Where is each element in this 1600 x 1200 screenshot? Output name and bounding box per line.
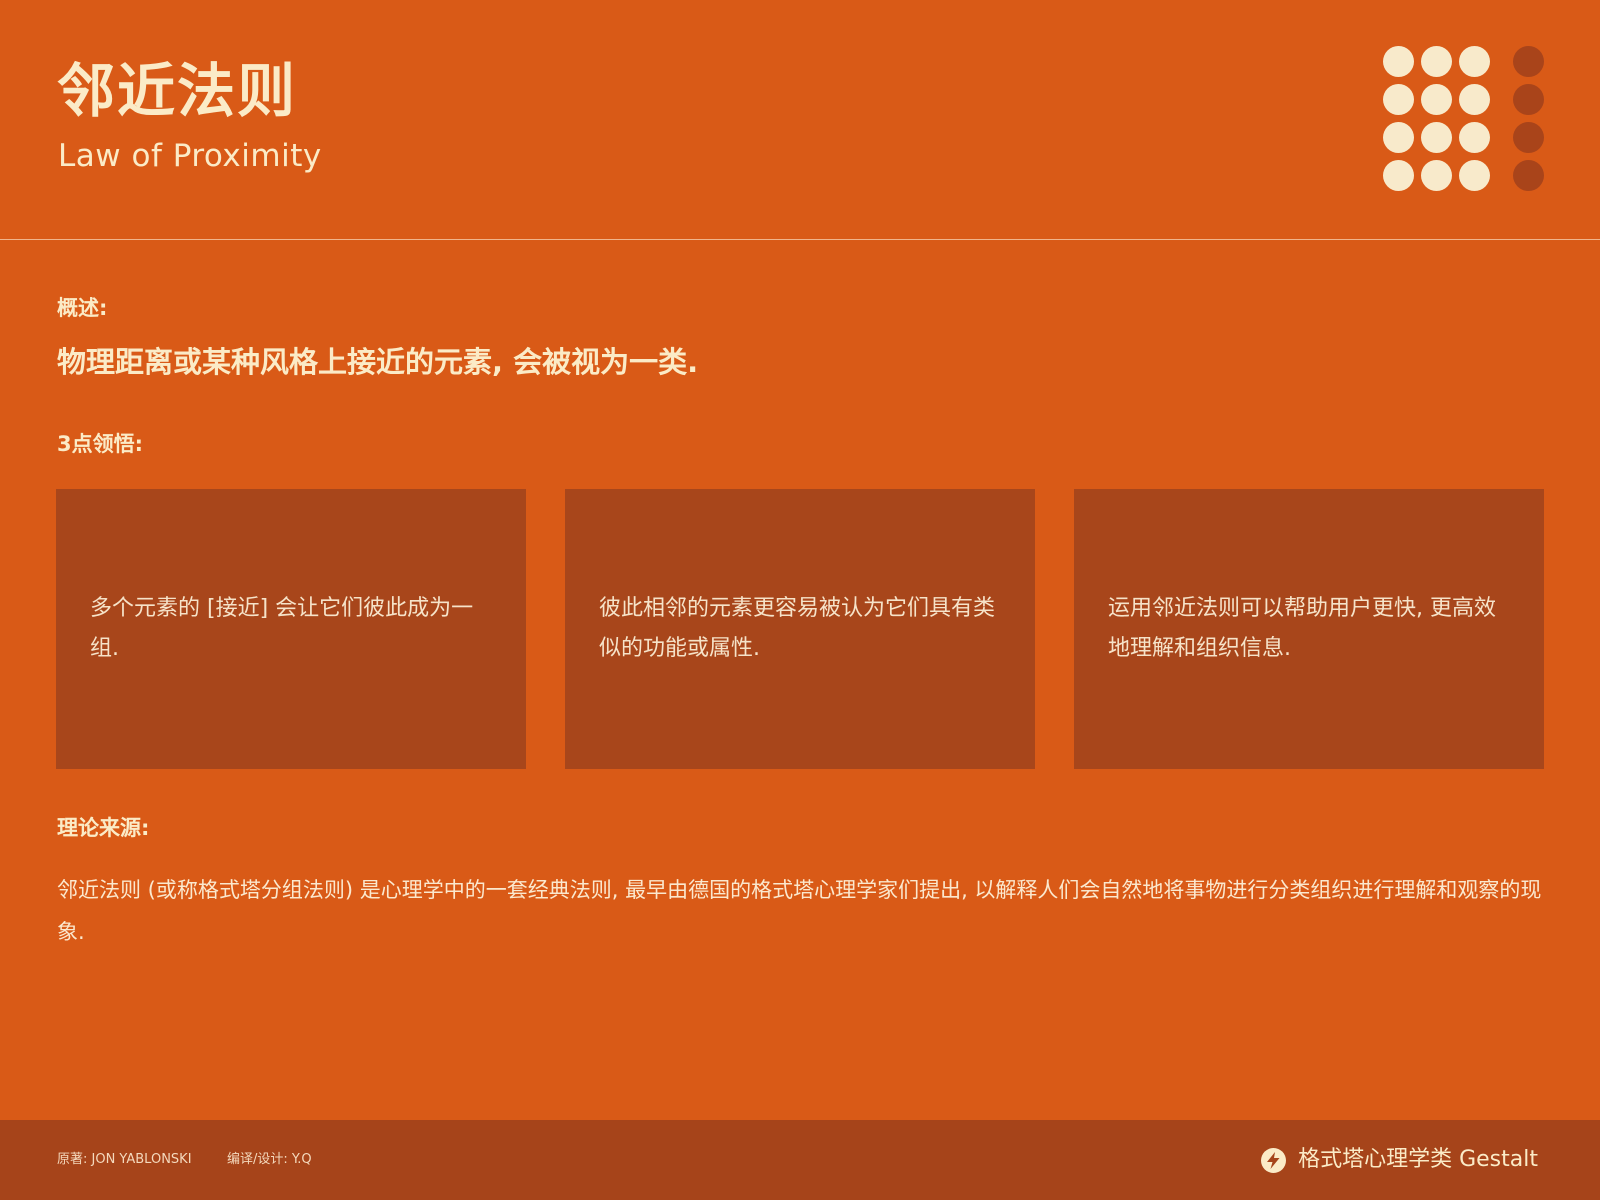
brand-text: 格式塔心理学类 Gestalt xyxy=(1298,1147,1538,1172)
dot xyxy=(1383,46,1414,77)
design-credit: 编译/设计: Y.Q xyxy=(227,1152,312,1167)
page-title: 邻近法则 xyxy=(57,57,298,125)
dot xyxy=(1459,160,1490,191)
overview-text: 物理距离或某种风格上接近的元素, 会被视为一类. xyxy=(57,345,699,379)
theory-label: 理论来源: xyxy=(57,816,150,840)
dot xyxy=(1421,46,1452,77)
dot xyxy=(1421,122,1452,153)
insight-card-text: 彼此相邻的元素更容易被认为它们具有类似的功能或属性. xyxy=(599,596,996,661)
bolt-icon xyxy=(1261,1147,1287,1173)
insight-cards: 多个元素的 [接近] 会让它们彼此成为一组. 彼此相邻的元素更容易被认为它们具有… xyxy=(56,489,1546,769)
insight-card: 运用邻近法则可以帮助用户更快, 更高效地理解和组织信息. xyxy=(1074,489,1544,769)
dot xyxy=(1383,122,1414,153)
dot xyxy=(1421,160,1452,191)
dot xyxy=(1513,122,1544,153)
insight-card-text: 多个元素的 [接近] 会让它们彼此成为一组. xyxy=(90,596,474,661)
overview-label: 概述: xyxy=(57,296,108,320)
dot xyxy=(1421,84,1452,115)
insight-card-text: 运用邻近法则可以帮助用户更快, 更高效地理解和组织信息. xyxy=(1108,596,1496,661)
header: 邻近法则 Law of Proximity xyxy=(0,0,1600,240)
insight-card: 多个元素的 [接近] 会让它们彼此成为一组. xyxy=(56,489,526,769)
series-brand: 格式塔心理学类 Gestalt xyxy=(1261,1144,1538,1176)
page-subtitle: Law of Proximity xyxy=(58,138,322,174)
dot xyxy=(1513,46,1544,77)
dot xyxy=(1513,84,1544,115)
insight-card: 彼此相邻的元素更容易被认为它们具有类似的功能或属性. xyxy=(565,489,1035,769)
dot xyxy=(1513,160,1544,191)
dot xyxy=(1459,84,1490,115)
dot xyxy=(1459,122,1490,153)
dot xyxy=(1459,46,1490,77)
dot-grid-decoration xyxy=(1383,46,1548,196)
footer: 原著: JON YABLONSKI 编译/设计: Y.Q 格式塔心理学类 Ges… xyxy=(0,1120,1600,1200)
dot xyxy=(1383,160,1414,191)
original-author-credit: 原著: JON YABLONSKI xyxy=(57,1152,192,1167)
dot xyxy=(1383,84,1414,115)
header-divider xyxy=(0,239,1600,240)
theory-text: 邻近法则 (或称格式塔分组法则) 是心理学中的一套经典法则, 最早由德国的格式塔… xyxy=(57,878,1542,944)
insights-label: 3点领悟: xyxy=(57,432,144,456)
